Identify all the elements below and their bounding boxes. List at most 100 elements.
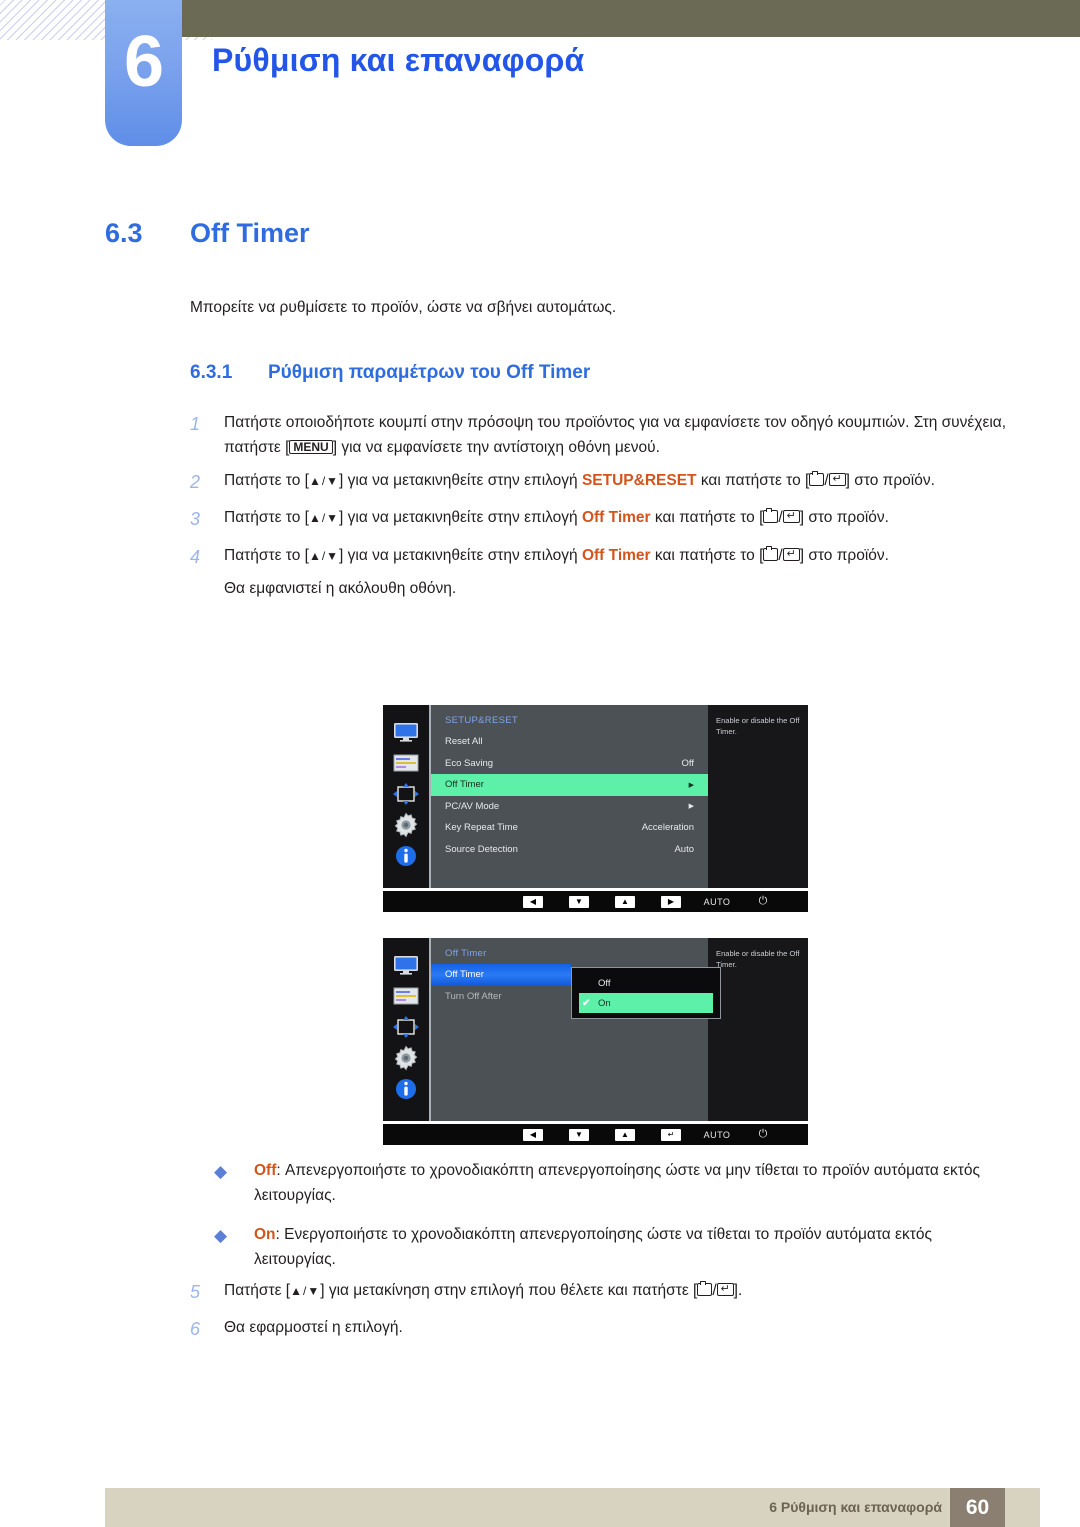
- osd-item-value: Off: [681, 757, 695, 769]
- list-item: ◆ On: Ενεργοποιήστε το χρονοδιακόπτη απε…: [214, 1222, 1014, 1272]
- step-text: Πατήστε οποιοδήποτε κουμπί στην πρόσοψη …: [224, 410, 1010, 460]
- osd-button-auto[interactable]: AUTO: [694, 897, 740, 907]
- enter-key-icon: [782, 547, 800, 561]
- bullet-text: Off: Απενεργοποιήστε το χρονοδιακόπτη απ…: [254, 1158, 1014, 1208]
- enter-key-icon: [782, 510, 800, 524]
- up-down-arrows-glyph: ▲/▼: [290, 1284, 321, 1298]
- position-adjust-icon: [391, 1014, 421, 1040]
- source-key-icon: [763, 508, 779, 524]
- power-icon[interactable]: ⏻: [740, 1128, 786, 1141]
- step-text-part1: Πατήστε το [: [224, 546, 309, 564]
- page-footer: 6 Ρύθμιση και επαναφορά 60: [105, 1488, 1040, 1527]
- osd-item-label: Off Timer: [445, 779, 484, 791]
- osd-icon-rail: [383, 938, 429, 1121]
- osd-option-on[interactable]: ✔ On: [579, 993, 713, 1013]
- step-text-part4: ] στο προϊόν.: [799, 509, 889, 527]
- instruction-steps-top: 1 Πατήστε οποιοδήποτε κουμπί στην πρόσοψ…: [190, 410, 1010, 609]
- osd-menu-item-off-timer[interactable]: Off Timer ▶: [431, 774, 708, 796]
- instruction-steps-bottom: 5 Πατήστε [▲/▼] για μετακίνηση στην επιλ…: [190, 1278, 1010, 1352]
- up-down-arrows-glyph: ▲/▼: [308, 548, 340, 563]
- osd-option-popup: Off ✔ On: [571, 967, 721, 1019]
- step-text: Πατήστε [▲/▼] για μετακίνηση στην επιλογ…: [224, 1278, 1010, 1307]
- chapter-number: 6: [123, 22, 164, 102]
- chevron-right-icon: ▶: [688, 781, 694, 789]
- power-icon[interactable]: ⏻: [740, 895, 786, 908]
- step-text-part4: ] στο προϊόν.: [799, 546, 889, 564]
- osd-item-value: Auto: [674, 843, 694, 855]
- subsection-title: Ρύθμιση παραμέτρων του Off Timer: [268, 362, 591, 383]
- osd-button-enter[interactable]: ↵: [648, 1128, 694, 1141]
- osd-menu-item-source-detection[interactable]: Source Detection Auto: [431, 839, 708, 861]
- step-note: Θα εμφανιστεί η ακόλουθη οθόνη.: [224, 579, 457, 597]
- up-arrow-icon: ▲: [615, 1128, 635, 1141]
- step-number: 1: [190, 414, 201, 434]
- footer-chapter-label: 6 Ρύθμιση και επαναφορά: [769, 1499, 942, 1515]
- monitor-icon: [391, 952, 421, 978]
- left-arrow-icon: ◀: [523, 1128, 543, 1141]
- source-key-icon: [809, 471, 825, 487]
- osd-button-up[interactable]: ▲: [602, 1128, 648, 1141]
- bullet-icon: ◆: [214, 1226, 228, 1246]
- osd-button-left[interactable]: ◀: [510, 1128, 556, 1141]
- osd-option-label: Off: [598, 977, 611, 989]
- setup-reset-accent: SETUP&RESET: [581, 472, 697, 490]
- option-name-on: On: [254, 1226, 276, 1244]
- osd-screenshot-off-timer: Off Timer Off Timer Turn Off After Off ✔…: [383, 938, 808, 1145]
- step-number: 3: [190, 509, 201, 530]
- subsection-number: 6.3.1: [190, 362, 233, 383]
- step-text-part2: ] για να μετακινηθείτε στην επιλογή: [339, 546, 582, 564]
- list-item: 3 Πατήστε το [▲/▼] για να μετακινηθείτε …: [190, 505, 1010, 534]
- step-text-part2: ] για να εμφανίσετε την αντίστοιχη οθόνη…: [332, 439, 660, 457]
- left-arrow-icon: ◀: [523, 895, 543, 908]
- osd-menu-item-off-timer[interactable]: Off Timer: [431, 964, 571, 986]
- osd-menu-panel: SETUP&RESET Reset All Eco Saving Off Off…: [429, 705, 708, 888]
- list-item: ◆ Off: Απενεργοποιήστε το χρονοδιακόπτη …: [214, 1158, 1014, 1208]
- osd-screen: SETUP&RESET Reset All Eco Saving Off Off…: [383, 705, 808, 888]
- osd-icon-rail: [383, 705, 429, 888]
- information-icon: [391, 843, 421, 869]
- step-text-part1: Πατήστε [: [224, 1282, 291, 1299]
- osd-option-off[interactable]: Off: [572, 973, 720, 993]
- osd-button-right[interactable]: ▶: [648, 895, 694, 908]
- step-text-part3: και πατήστε το [: [650, 509, 764, 527]
- section-heading: 6.3 Off Timer: [105, 218, 1005, 249]
- off-timer-accent: Off Timer: [581, 546, 651, 564]
- osd-item-label: PC/AV Mode: [445, 800, 500, 812]
- step-number: 2: [190, 472, 201, 493]
- position-adjust-icon: [391, 781, 421, 807]
- step-number: 6: [190, 1319, 201, 1340]
- source-key-icon: [697, 1281, 713, 1296]
- osd-option-label: On: [598, 997, 611, 1009]
- osd-menu-item-eco-saving[interactable]: Eco Saving Off: [431, 753, 708, 775]
- menu-key-glyph: MENU: [289, 440, 333, 455]
- picture-settings-icon: [391, 983, 421, 1009]
- chevron-right-icon: ▶: [688, 803, 694, 811]
- osd-button-left[interactable]: ◀: [510, 895, 556, 908]
- osd-menu-item-reset-all[interactable]: Reset All: [431, 731, 708, 753]
- enter-key-icon: [716, 1283, 734, 1296]
- step-text-part2: ] για μετακίνηση στην επιλογή που θέλετε…: [320, 1282, 698, 1299]
- option-name-off: Off: [254, 1162, 277, 1179]
- information-icon: [391, 1076, 421, 1102]
- osd-item-label: Key Repeat Time: [445, 822, 518, 834]
- osd-help-text: Enable or disable the Off Timer.: [708, 938, 808, 1121]
- osd-item-label: Eco Saving: [445, 757, 494, 769]
- osd-button-guide: ◀ ▼ ▲ ↵ AUTO ⏻: [383, 1124, 808, 1145]
- section-title: Off Timer: [190, 218, 310, 248]
- osd-menu-item-key-repeat-time[interactable]: Key Repeat Time Acceleration: [431, 817, 708, 839]
- down-arrow-icon: ▼: [569, 1128, 589, 1141]
- osd-button-auto[interactable]: AUTO: [694, 1130, 740, 1140]
- step-text-part4: ] στο προϊόν.: [845, 472, 935, 490]
- osd-menu-item-pc-av-mode[interactable]: PC/AV Mode ▶: [431, 796, 708, 818]
- check-icon: ✔: [582, 997, 591, 1009]
- chapter-title: Ρύθμιση και επαναφορά: [212, 42, 585, 78]
- osd-button-up[interactable]: ▲: [602, 895, 648, 908]
- step-text: Θα εφαρμοστεί η επιλογή.: [224, 1319, 403, 1337]
- osd-button-down[interactable]: ▼: [556, 1128, 602, 1141]
- step-text-part3: και πατήστε το [: [650, 546, 764, 564]
- osd-item-value: Acceleration: [641, 822, 694, 834]
- osd-button-guide: ◀ ▼ ▲ ▶ AUTO ⏻: [383, 891, 808, 912]
- right-arrow-icon: ▶: [661, 895, 681, 908]
- osd-item-label: Off Timer: [445, 969, 484, 981]
- osd-button-down[interactable]: ▼: [556, 895, 602, 908]
